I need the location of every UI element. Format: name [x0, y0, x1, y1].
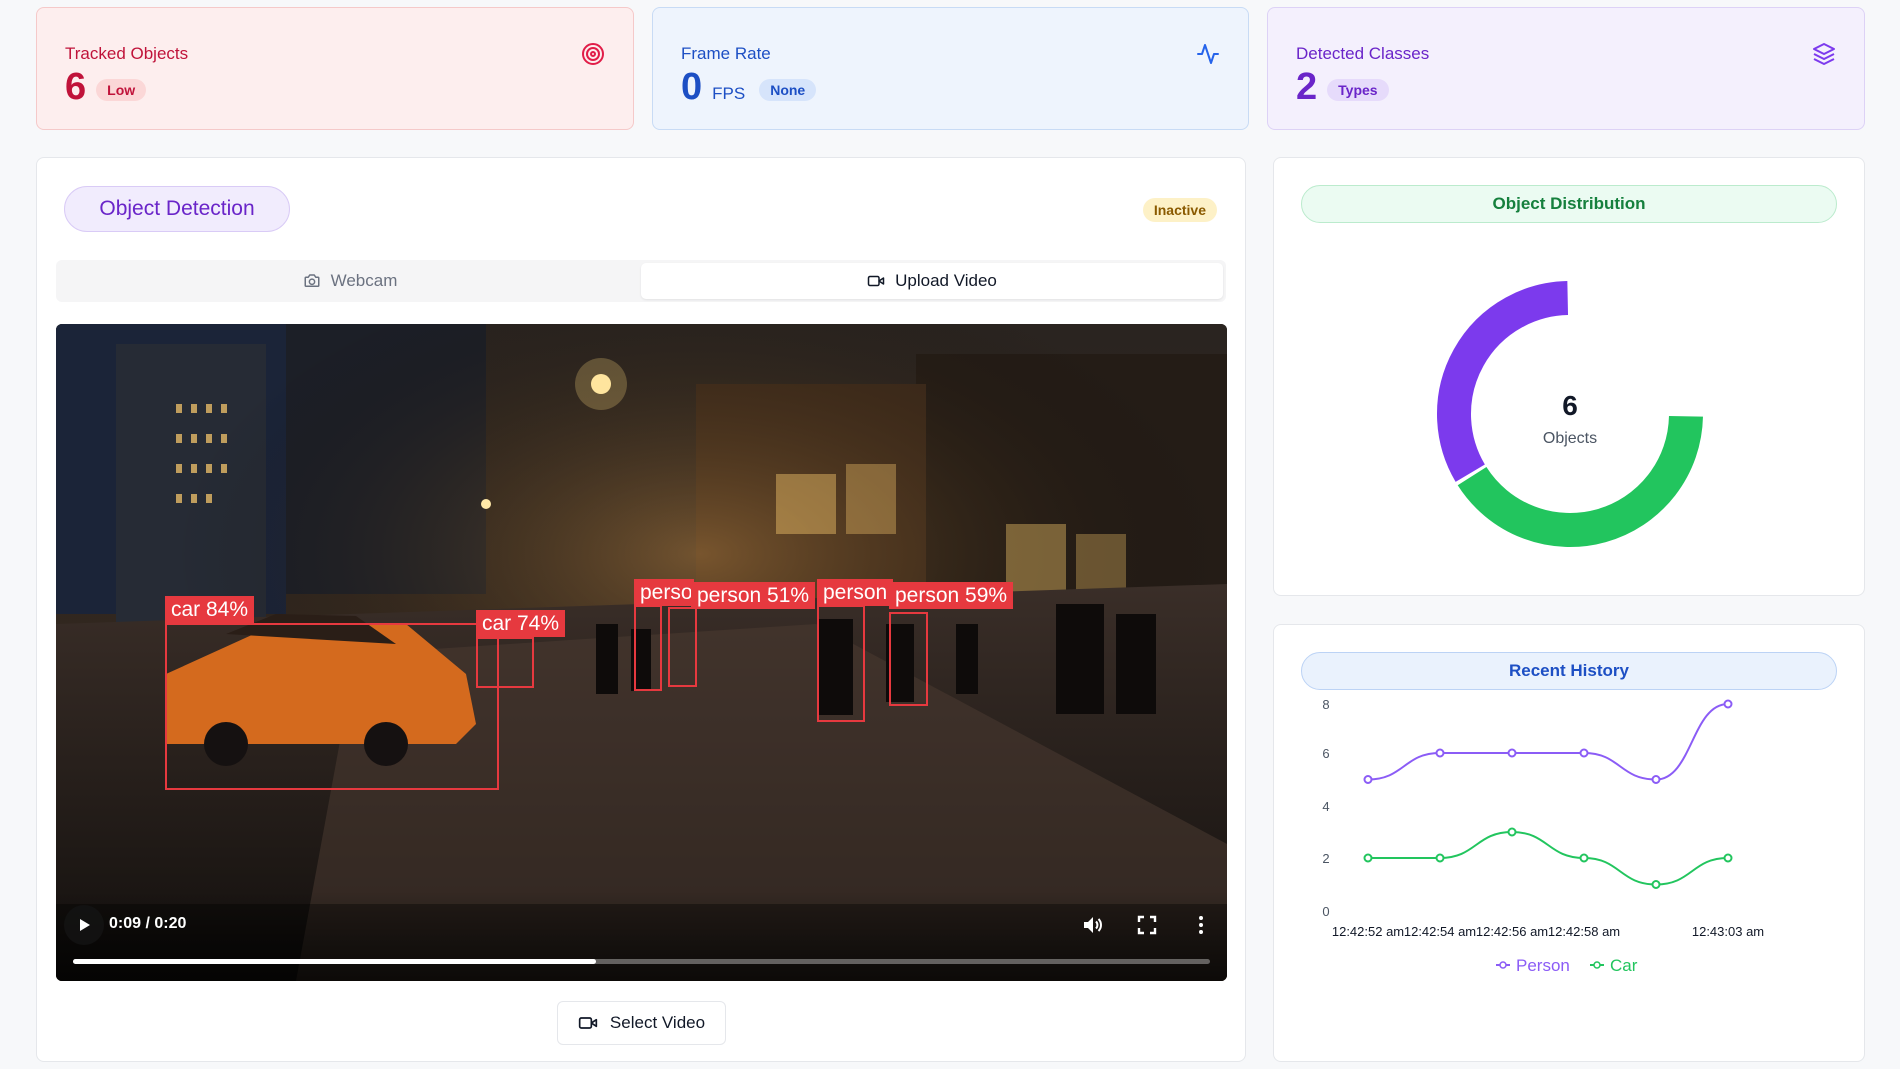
detected-classes-card: Detected Classes 2 Types [1267, 7, 1865, 130]
detection-box-person [889, 612, 928, 706]
data-point-person [1579, 748, 1589, 758]
y-tick-label: 2 [1322, 851, 1329, 866]
detection-box-car [165, 623, 499, 790]
video-controls: 0:09 / 0:20 [56, 891, 1227, 981]
x-tick-label: 12:42:56 am [1476, 924, 1548, 939]
x-tick-label: 12:42:58 am [1548, 924, 1620, 939]
detection-box-person [817, 605, 865, 722]
time-display: 0:09 / 0:20 [109, 915, 187, 932]
tab-webcam[interactable]: Webcam [59, 263, 641, 299]
distribution-title: Object Distribution [1301, 185, 1837, 223]
volume-icon[interactable] [1081, 913, 1105, 937]
select-video-label: Select Video [609, 1013, 706, 1032]
data-point-car [1651, 880, 1661, 889]
object-detection-panel: Object Detection Inactive Webcam Upload … [36, 157, 1246, 1062]
y-tick-label: 8 [1322, 697, 1329, 712]
fullscreen-icon[interactable] [1135, 913, 1159, 937]
play-button[interactable] [64, 905, 104, 945]
recent-history-panel: Recent History 0 2 4 6 8 12:42:52 am 12:42:54 … [1273, 624, 1865, 1062]
tracked-objects-card: Tracked Objects 6 Low [36, 7, 634, 130]
x-tick-label: 12:43:03 am [1692, 924, 1764, 939]
data-point-car [1507, 827, 1517, 837]
source-tabs: Webcam Upload Video [56, 260, 1226, 302]
tracked-objects-value: 6 [65, 66, 87, 108]
target-icon [582, 43, 604, 65]
frame-rate-unit: FPS [712, 84, 746, 103]
video-player[interactable]: car 84% car 74% perso person 51% person … [56, 324, 1227, 981]
select-video-button[interactable]: Select Video [557, 1001, 726, 1045]
legend-label-person: Person [1516, 956, 1570, 975]
tab-upload-video-label: Upload Video [895, 271, 997, 290]
detection-box-person [634, 605, 662, 691]
history-line-chart: 0246812:42:52 am 12:42:54 am 12:42:56 am 12… [1322, 697, 1764, 975]
detection-label: person 59% [889, 582, 1014, 609]
frame-rate-value: 0 [681, 66, 703, 108]
donut-caption: Objects [1542, 430, 1598, 447]
video-icon [578, 1017, 598, 1029]
data-point-car [1579, 853, 1589, 863]
data-point-person [1507, 748, 1517, 758]
data-point-car [1723, 853, 1733, 863]
data-point-car [1363, 853, 1373, 863]
video-progress-bar[interactable] [73, 959, 1210, 964]
detection-label: perso [634, 579, 694, 606]
activity-icon [1197, 44, 1219, 64]
frame-rate-label: Frame Rate [681, 44, 771, 63]
video-progress-fill [73, 959, 597, 964]
object-distribution-panel: Object Distribution 6 Objects [1273, 157, 1865, 596]
legend-marker-car [1593, 961, 1601, 969]
donut-center: 6 Objects [1434, 390, 1706, 448]
data-point-person [1651, 775, 1661, 784]
layers-icon [1813, 43, 1835, 65]
panel-title: Object Detection [64, 186, 290, 232]
detected-classes-label: Detected Classes [1296, 44, 1430, 63]
detected-classes-value: 2 [1296, 66, 1318, 108]
detection-label: person 51% [691, 582, 816, 609]
detected-classes-badge: Types [1327, 79, 1389, 101]
detection-label: car 84% [165, 596, 255, 623]
series-line-car [1368, 830, 1729, 886]
legend-marker-person [1499, 961, 1507, 969]
donut-total: 6 [1562, 390, 1578, 421]
tracked-objects-label: Tracked Objects [65, 44, 189, 63]
tab-upload-video[interactable]: Upload Video [641, 263, 1223, 299]
frame-rate-card: Frame Rate 0 FPS None [652, 7, 1249, 130]
detection-box-person [668, 607, 697, 687]
camera-icon [304, 274, 320, 287]
tab-webcam-label: Webcam [330, 271, 398, 290]
x-tick-label: 12:42:54 am [1404, 924, 1476, 939]
more-options-icon[interactable] [1189, 913, 1213, 937]
legend-label-car: Car [1610, 956, 1638, 975]
detection-label: car 74% [476, 610, 566, 637]
status-badge: Inactive [1142, 198, 1217, 222]
detection-box-car [476, 637, 534, 688]
play-icon [80, 919, 90, 931]
y-tick-label: 4 [1322, 799, 1329, 814]
data-point-car [1435, 853, 1445, 863]
frame-rate-badge: None [759, 79, 817, 101]
y-tick-label: 6 [1322, 746, 1329, 761]
data-point-person [1363, 775, 1373, 784]
detection-label: person [817, 579, 893, 606]
y-tick-label: 0 [1322, 904, 1329, 919]
data-point-person [1723, 699, 1733, 709]
x-tick-label: 12:42:52 am [1332, 924, 1404, 939]
data-point-person [1435, 748, 1445, 758]
series-line-person [1367, 703, 1729, 781]
tracked-objects-badge: Low [96, 79, 147, 101]
video-icon [867, 275, 885, 287]
